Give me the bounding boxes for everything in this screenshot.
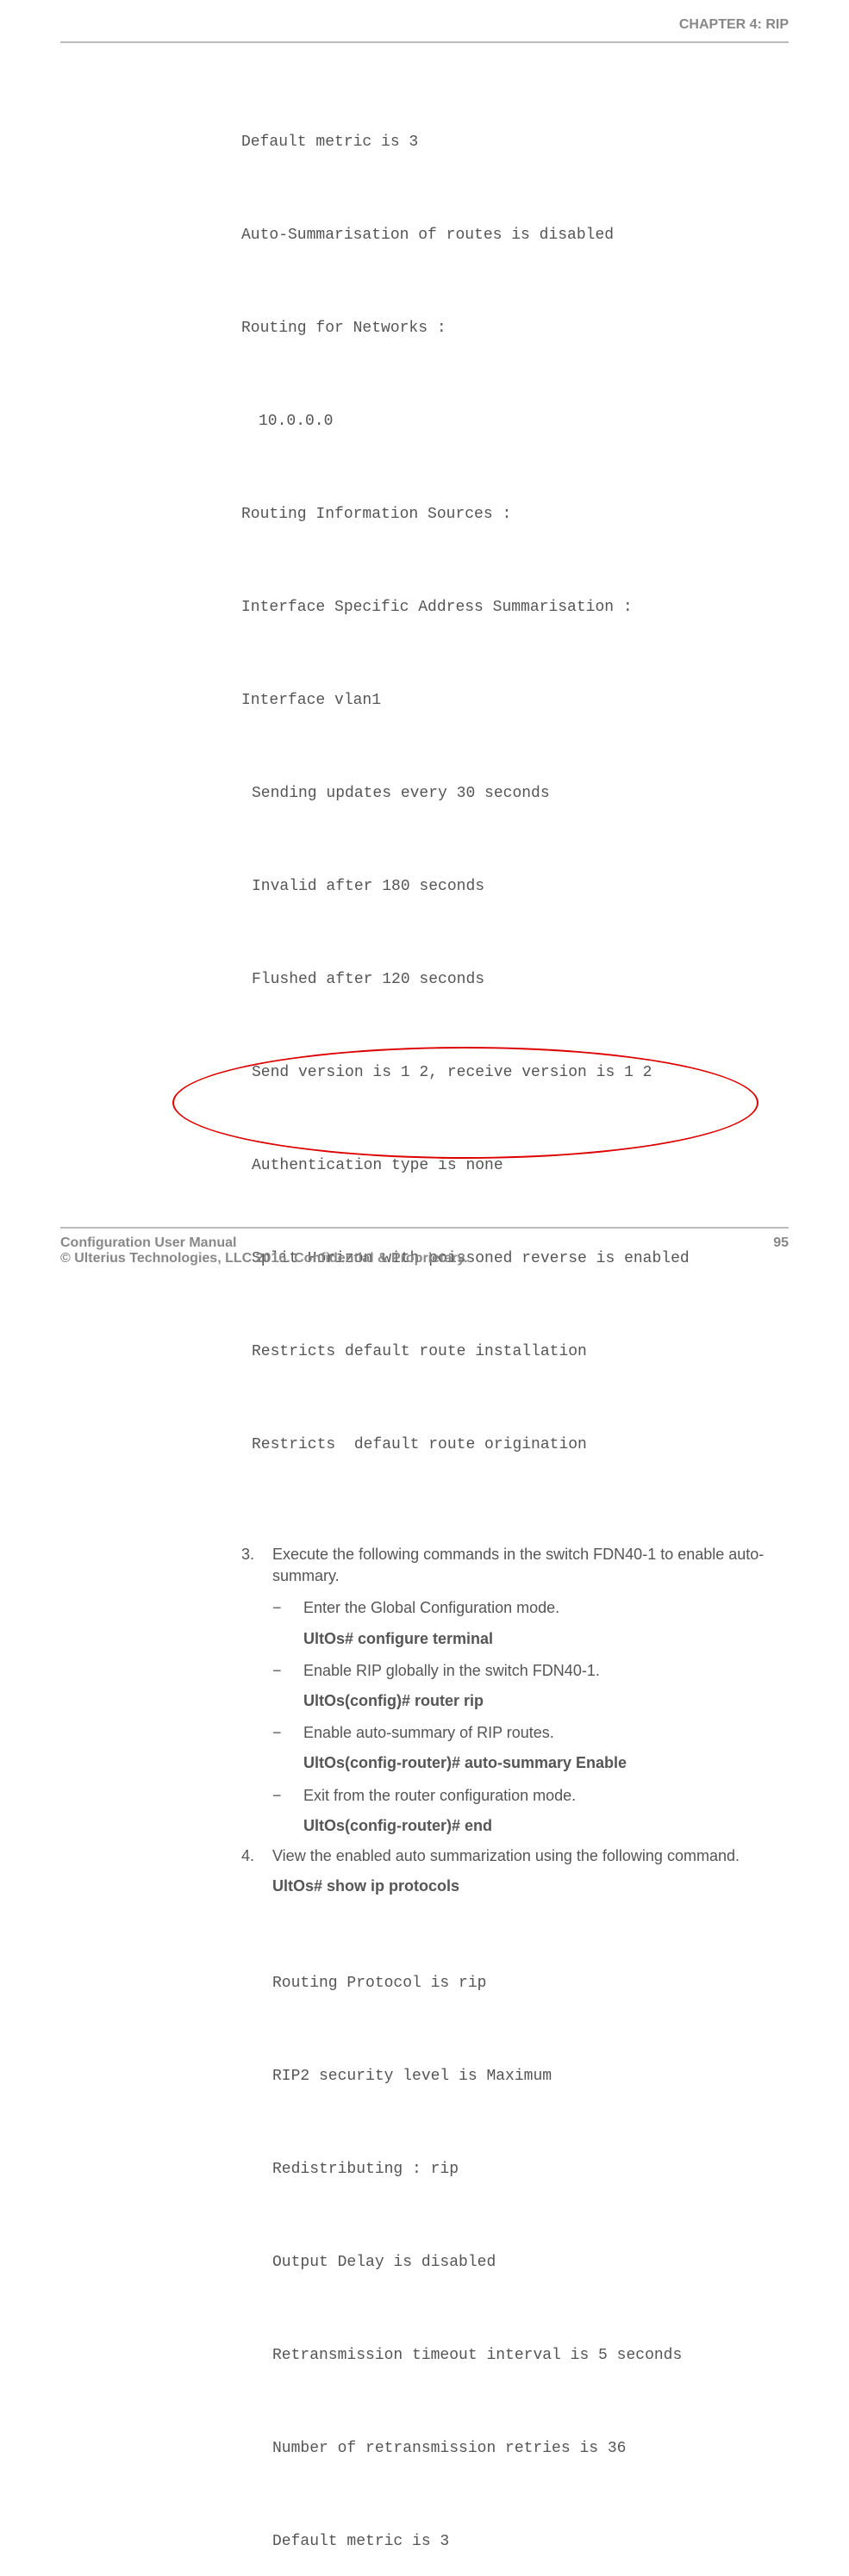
output-line: Interface Specific Address Summarisation… (241, 592, 789, 623)
substep-text: Exit from the router configuration mode. (303, 1787, 576, 1804)
output-line: Routing Protocol is rip (272, 1968, 789, 1999)
output-line: Redistributing : rip (272, 2154, 789, 2185)
output-line: Sending updates every 30 seconds (241, 778, 789, 809)
step-3: 3. Execute the following commands in the… (241, 1544, 789, 1587)
output-line: Invalid after 180 seconds (241, 871, 789, 902)
output-line: Default metric is 3 (241, 127, 789, 158)
substep: − Exit from the router configuration mod… (272, 1785, 789, 1807)
output-line: Restricts default route origination (241, 1429, 789, 1460)
command: UltOs(config-router)# end (303, 1815, 789, 1837)
command: UltOs(config-router)# auto-summary Enabl… (303, 1752, 789, 1774)
output-line: Output Delay is disabled (272, 2247, 789, 2278)
footer-copyright: © Ulterius Technologies, LLC 2016. Confi… (60, 1251, 468, 1266)
substep: − Enable auto-summary of RIP routes. (272, 1722, 789, 1744)
output-line: Routing for Networks : (241, 313, 789, 344)
code-output-block-2: Routing Protocol is rip RIP2 security le… (272, 1906, 789, 2576)
page-header: CHAPTER 4: RIP (0, 0, 849, 43)
page-content: Default metric is 3 Auto-Summarisation o… (0, 65, 849, 2576)
chapter-title: CHAPTER 4: RIP (60, 17, 789, 41)
output-line: Send version is 1 2, receive version is … (241, 1057, 789, 1088)
step-4: 4. View the enabled auto summarization u… (241, 1845, 789, 1867)
step-marker: 4. (241, 1845, 254, 1867)
command: UltOs(config)# router rip (303, 1690, 789, 1712)
step-marker: 3. (241, 1544, 254, 1565)
output-line: RIP2 security level is Maximum (272, 2061, 789, 2092)
dash-icon: − (272, 1722, 282, 1744)
step-text: View the enabled auto summarization usin… (272, 1847, 740, 1864)
output-line: Interface vlan1 (241, 685, 789, 716)
output-line: Auto-Summarisation of routes is disabled (241, 220, 789, 251)
output-line: Retransmission timeout interval is 5 sec… (272, 2340, 789, 2371)
footer-row: Configuration User Manual © Ulterius Tec… (60, 1235, 789, 1266)
dash-icon: − (272, 1597, 282, 1619)
page-footer: Configuration User Manual © Ulterius Tec… (60, 1227, 789, 1266)
header-rule (60, 41, 789, 43)
output-line: Flushed after 120 seconds (241, 964, 789, 995)
command: UltOs# show ip protocols (272, 1876, 789, 1897)
substep: − Enable RIP globally in the switch FDN4… (272, 1660, 789, 1682)
footer-manual-title: Configuration User Manual (60, 1235, 468, 1251)
output-line: 10.0.0.0 (241, 406, 789, 437)
code-output-block-1: Default metric is 3 Auto-Summarisation o… (241, 65, 789, 1522)
substep-text: Enable RIP globally in the switch FDN40-… (303, 1662, 600, 1679)
substep-text: Enter the Global Configuration mode. (303, 1599, 559, 1616)
substep: − Enter the Global Configuration mode. (272, 1597, 789, 1619)
output-line: Default metric is 3 (272, 2526, 789, 2557)
substep-text: Enable auto-summary of RIP routes. (303, 1724, 554, 1741)
command: UltOs# configure terminal (303, 1628, 789, 1650)
output-line: Number of retransmission retries is 36 (272, 2433, 789, 2464)
footer-left: Configuration User Manual © Ulterius Tec… (60, 1235, 468, 1266)
dash-icon: − (272, 1660, 282, 1682)
output-line: Restricts default route installation (241, 1336, 789, 1367)
footer-rule (60, 1227, 789, 1229)
output-line: Authentication type is none (241, 1150, 789, 1181)
step-text: Execute the following commands in the sw… (272, 1546, 764, 1584)
dash-icon: − (272, 1785, 282, 1807)
footer-page-number: 95 (773, 1235, 789, 1266)
output-line: Routing Information Sources : (241, 499, 789, 530)
